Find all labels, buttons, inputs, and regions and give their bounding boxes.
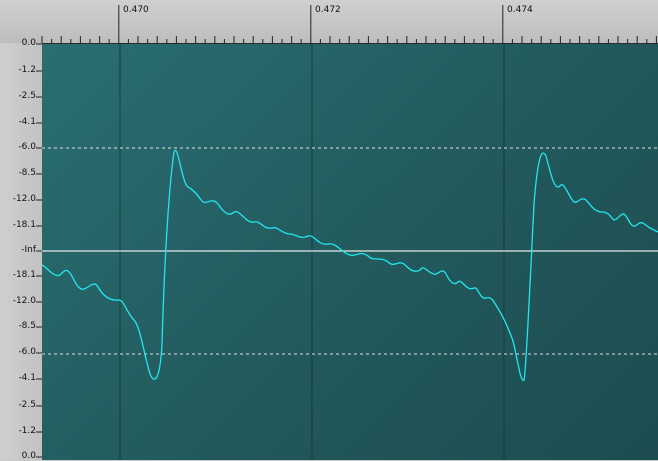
amplitude-label: -Inf (21, 245, 36, 255)
amplitude-label: -12.0 (12, 194, 36, 204)
amplitude-label: 0.0 (21, 38, 36, 48)
amplitude-label: -12.0 (12, 296, 36, 306)
amplitude-label: -2.5 (18, 400, 36, 410)
amplitude-label: -4.1 (18, 373, 36, 383)
amplitude-label: -6.0 (18, 347, 36, 357)
amplitude-label: -1.2 (18, 426, 36, 436)
time-label-0472: 0.472 (315, 5, 341, 15)
amplitude-label: -1.2 (18, 65, 36, 75)
waveform-canvas (42, 44, 658, 460)
amplitude-label: -2.5 (18, 91, 36, 101)
amplitude-label: -4.1 (18, 117, 36, 127)
time-label-0474: 0.474 (507, 5, 533, 15)
amplitude-label: -6.0 (18, 142, 36, 152)
time-label-0470: 0.470 (123, 5, 149, 15)
amplitude-label: -18.1 (12, 220, 36, 230)
amplitude-label: -8.5 (18, 168, 36, 178)
waveform-display[interactable] (42, 44, 658, 460)
amplitude-label: -8.5 (18, 321, 36, 331)
time-ruler[interactable]: 0.470 0.472 0.474 (0, 0, 658, 44)
amplitude-label: -18.1 (12, 270, 36, 280)
